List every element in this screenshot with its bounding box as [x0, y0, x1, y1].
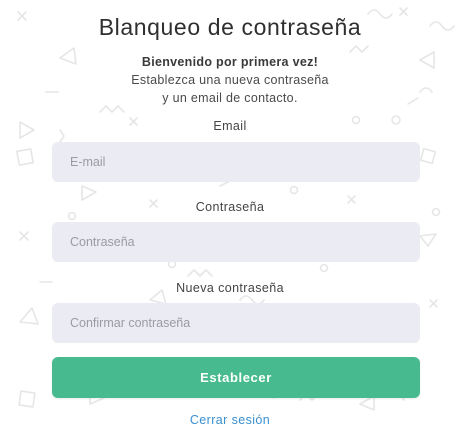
email-input[interactable]	[52, 142, 420, 182]
welcome-message: Bienvenido por primera vez!	[141, 55, 319, 69]
instructions-line-2: y un email de contacto.	[162, 91, 298, 105]
instructions-line-1: Establezca una nueva contraseña	[131, 73, 329, 87]
new-password-label: Nueva contraseña	[176, 281, 284, 295]
password-input[interactable]	[52, 222, 420, 262]
password-label: Contraseña	[195, 200, 265, 214]
instructions-text: Establezca una nueva contraseña y un ema…	[0, 71, 460, 107]
email-label: Email	[213, 119, 247, 133]
password-reset-form: Blanqueo de contraseña Bienvenido por pr…	[0, 0, 460, 429]
page-title: Blanqueo de contraseña	[98, 14, 362, 40]
set-password-button[interactable]: Establecer	[52, 357, 420, 398]
confirm-password-input[interactable]	[52, 303, 420, 343]
logout-link[interactable]: Cerrar sesión	[0, 413, 460, 427]
